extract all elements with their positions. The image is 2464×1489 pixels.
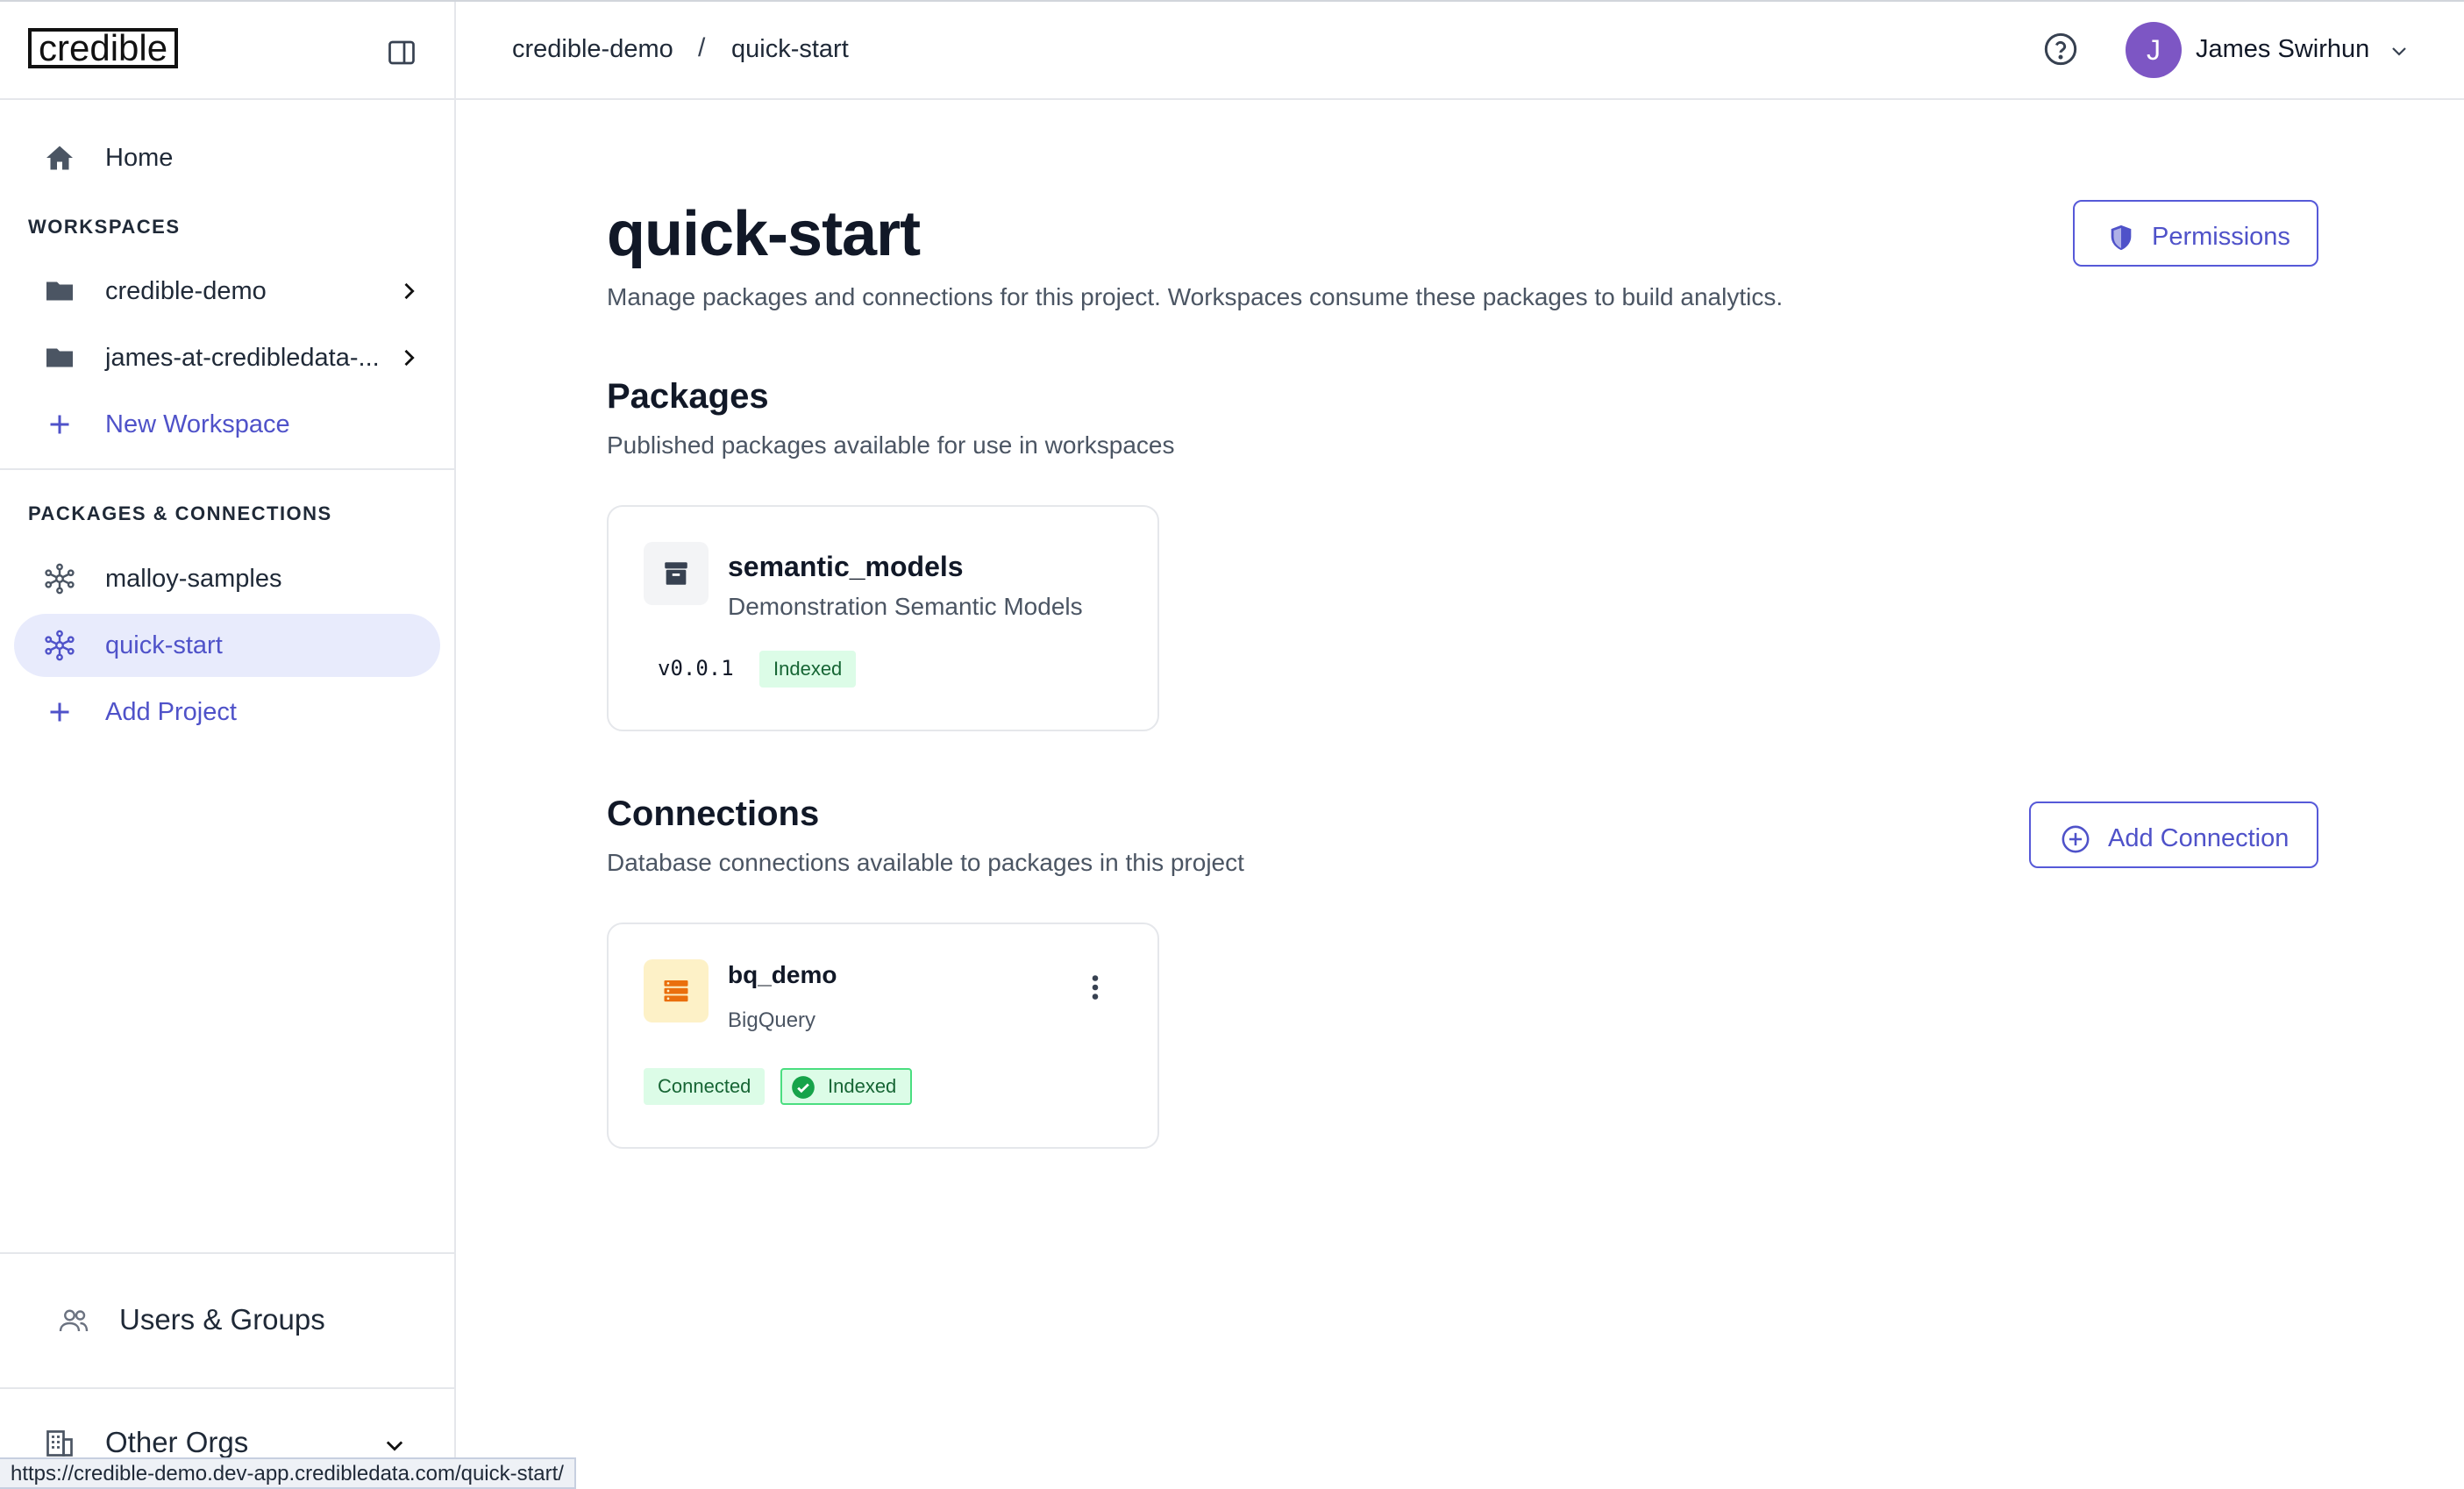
connection-icon-box [644,959,709,1022]
package-card[interactable]: semantic_models Demonstration Semantic M… [607,505,1159,731]
connections-subtitle: Database connections available to packag… [607,849,1244,876]
sidebar-item-workspace[interactable]: james-at-credibledata-... [14,326,440,389]
sidebar-item-label: james-at-credibledata-... [105,343,380,372]
plus-icon [50,702,69,722]
breadcrumb-project[interactable]: quick-start [731,35,849,64]
permissions-button[interactable]: Permissions [2073,200,2318,267]
new-workspace-button[interactable]: New Workspace [14,393,440,456]
network-icon [45,563,75,595]
sidebar-item-project-active[interactable]: quick-start [14,614,440,677]
new-workspace-label: New Workspace [105,410,290,438]
connection-card[interactable]: bq_demo BigQuery Connected Indexed [607,923,1159,1149]
add-project-button[interactable]: Add Project [14,680,440,744]
indexed-label: Indexed [828,1075,897,1097]
chevron-right-icon [404,282,415,300]
link-preview-status-bar: https://credible-demo.dev-app.credibleda… [0,1457,576,1489]
user-name[interactable]: James Swirhun [2196,35,2369,64]
users-groups-label: Users & Groups [119,1303,325,1336]
archive-icon [665,562,687,585]
sidebar-item-label: malloy-samples [105,564,282,593]
check-circle-icon [792,1076,815,1099]
top-header: credible-demo / quick-start J James Swir… [456,2,2464,100]
indexed-badge: Indexed [780,1068,913,1105]
help-icon[interactable] [2043,32,2078,67]
sidebar-toggle-icon[interactable] [386,37,417,68]
add-project-label: Add Project [105,697,237,726]
chevron-right-icon [404,349,415,367]
other-orgs-label: Other Orgs [105,1426,249,1458]
sidebar-divider [0,98,454,100]
package-name: semantic_models [728,551,964,582]
sidebar-item-project[interactable]: malloy-samples [14,547,440,610]
package-description: Demonstration Semantic Models [728,593,1083,620]
users-groups-button[interactable]: Users & Groups [0,1289,454,1352]
connected-badge: Connected [644,1068,766,1105]
workspaces-heading: WORKSPACES [28,216,181,238]
folder-icon [46,281,73,301]
plus-icon [50,415,69,434]
package-version: v0.0.1 [658,656,734,680]
sidebar-item-workspace[interactable]: credible-demo [14,260,440,323]
sidebar-item-home[interactable]: Home [14,126,440,189]
connection-name: bq_demo [728,961,837,988]
credible-logo[interactable]: credible [28,28,179,68]
add-connection-button[interactable]: Add Connection [2029,801,2318,868]
sidebar-item-label: Home [105,143,174,172]
home-icon [46,146,73,170]
users-icon [59,1309,89,1332]
package-icon-box [644,542,709,605]
shield-icon [2111,224,2132,251]
network-icon [45,630,75,661]
sidebar-divider [0,1252,454,1254]
packages-subtitle: Published packages available for use in … [607,431,1175,459]
connections-title: Connections [607,794,820,833]
sidebar-divider [0,1387,454,1389]
folder-icon [46,348,73,367]
sidebar-item-label: credible-demo [105,276,267,305]
connection-type: BigQuery [728,1008,816,1032]
sidebar: credible Home WORKSPACES credible-demo j… [0,2,456,1489]
page-subtitle: Manage packages and connections for this… [607,283,1784,310]
database-icon [664,980,688,1002]
breadcrumb-org[interactable]: credible-demo [512,35,673,64]
sidebar-divider [0,468,454,470]
sidebar-item-label: quick-start [105,631,223,659]
building-icon [46,1430,73,1457]
page-title: quick-start [607,199,921,269]
avatar[interactable]: J [2126,22,2182,78]
packages-connections-heading: PACKAGES & CONNECTIONS [28,502,332,524]
more-options-icon[interactable] [1082,972,1108,1003]
add-connection-label: Add Connection [2108,824,2290,852]
status-badge: Indexed [759,651,857,688]
chevron-down-icon [386,1441,403,1451]
chevron-down-icon[interactable] [2389,40,2410,61]
permissions-label: Permissions [2152,223,2290,251]
breadcrumb-separator: / [698,33,706,62]
packages-title: Packages [607,377,769,416]
plus-circle-icon [2062,825,2090,853]
